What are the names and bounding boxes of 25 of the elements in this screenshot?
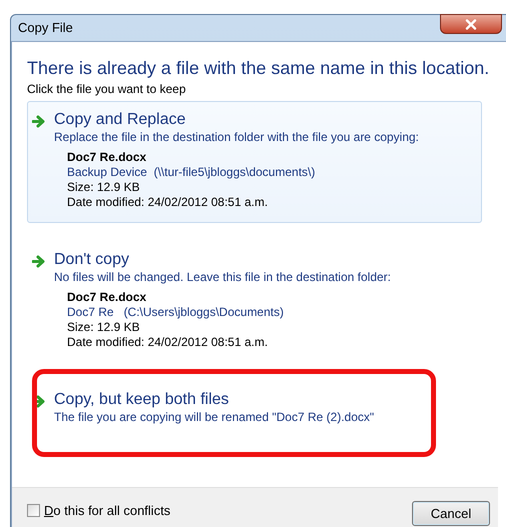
file-date: Date modified: 24/02/2012 08:51 a.m. [67, 195, 269, 210]
option-button[interactable]: Don't copy No files will be changed. Leave this file in the destination folder: Doc7 Re.docx Doc7 Re (C:\Users\jbloggs\Documents) Size: 12.9 KB Date modified: 24/02/2012 08:51 a.m. [27, 241, 482, 363]
checkbox-label[interactable]: Do this for all conflicts [44, 500, 170, 520]
close-icon [465, 18, 477, 30]
file-name: Doc7 Re.docx [67, 290, 148, 305]
file-location: Doc7 Re (C:\Users\jbloggs\Documents) [67, 305, 285, 320]
option-description: No files will be changed. Leave this file in the destination folder: [54, 270, 391, 285]
close-button[interactable] [440, 14, 502, 34]
option-title: Copy, but keep both files [54, 390, 230, 410]
file-size: Size: 12.9 KB [67, 320, 141, 335]
cancel-button[interactable]: Cancel [412, 501, 490, 526]
option-button[interactable]: Copy, but keep both files The file you are copying will be renamed "Doc7 Re (2).docx" [27, 381, 482, 438]
heading: There is already a file with the same name in this location. [27, 57, 490, 80]
file-name: Doc7 Re.docx [67, 150, 148, 165]
option-button[interactable] [27, 101, 482, 223]
option-description: The file you are copying will be renamed "Doc7 Re (2).docx" [54, 410, 374, 425]
checkbox[interactable] [27, 504, 40, 517]
file-date: Date modified: 24/02/2012 08:51 a.m. [67, 335, 269, 350]
option-title: Don't copy [54, 250, 130, 270]
window-title: Copy File [18, 19, 73, 38]
file-size: Size: 12.9 KB [67, 180, 141, 195]
option-description: Replace the file in the destination folder with the file you are copying: [54, 130, 419, 145]
file-location: Backup Device (\\tur-file5\jbloggs\documents\) [67, 165, 316, 180]
option-title: Copy and Replace [54, 110, 187, 130]
instruction-text: Click the file you want to keep [27, 82, 187, 96]
